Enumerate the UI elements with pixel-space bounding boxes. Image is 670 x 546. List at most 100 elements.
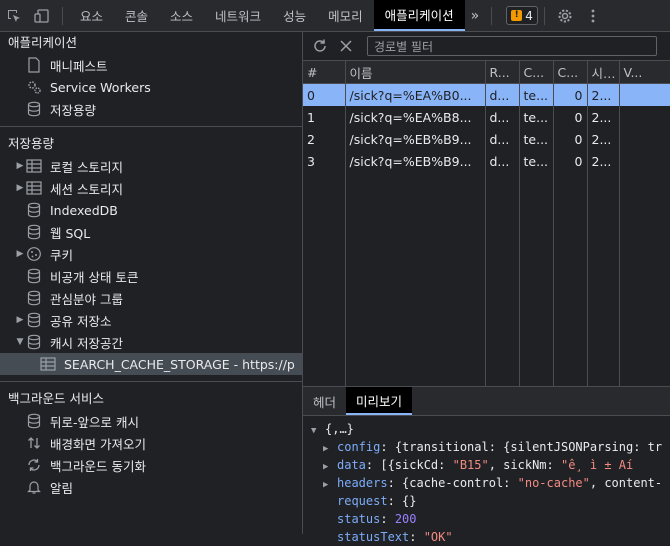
up-down-arrows-icon bbox=[26, 435, 42, 451]
sidebar-item-label: 비공개 상태 토큰 bbox=[50, 269, 139, 285]
sidebar-item-label: IndexedDB bbox=[50, 202, 118, 218]
table-row[interactable]: 1 /sick?q=%EA%B8... d... te... 0 2... bbox=[303, 106, 670, 128]
tab-headers[interactable]: 헤더 bbox=[303, 387, 346, 415]
preview-request: request: {} bbox=[337, 494, 417, 508]
sidebar-item-label: 웹 SQL bbox=[50, 225, 91, 241]
sidebar-item-web-sql[interactable]: 웹 SQL bbox=[0, 221, 302, 243]
sidebar-item-label: 세션 스토리지 bbox=[50, 181, 123, 197]
issues-icon: ! bbox=[511, 10, 523, 21]
sidebar-item-cache-storage[interactable]: ▼ 캐시 저장공간 bbox=[0, 331, 302, 353]
path-filter-input[interactable]: 경로별 필터 bbox=[367, 36, 657, 56]
column-header-time-cached[interactable]: 시... bbox=[587, 61, 620, 84]
more-tabs-button[interactable]: » bbox=[465, 8, 486, 24]
expand-arrow-icon[interactable]: ▶ bbox=[323, 458, 337, 474]
detail-tabbar: 헤더 미리보기 bbox=[303, 387, 670, 416]
table-cell: 0 bbox=[553, 83, 588, 106]
tab-application[interactable]: 애플리케이션 bbox=[373, 0, 465, 31]
table-cell: 2... bbox=[587, 128, 620, 150]
table-cell: 2... bbox=[587, 150, 620, 172]
preview-root[interactable]: ▼ {,…} bbox=[311, 420, 670, 438]
expand-arrow-icon[interactable]: ▶ bbox=[323, 476, 337, 492]
tabbar-divider bbox=[62, 6, 63, 25]
table-cell: d... bbox=[485, 128, 520, 150]
column-header-index[interactable]: # bbox=[303, 61, 346, 84]
table-cell: te... bbox=[519, 128, 554, 150]
table-cell: d... bbox=[485, 83, 520, 106]
tab-memory[interactable]: 메모리 bbox=[317, 0, 374, 31]
sidebar-section-storage: 저장용량 bbox=[8, 136, 55, 151]
refresh-icon[interactable] bbox=[307, 38, 333, 54]
sidebar-divider bbox=[0, 126, 302, 127]
sidebar-item-service-workers[interactable]: Service Workers bbox=[0, 76, 302, 98]
sidebar-item-label: 매니페스트 bbox=[50, 58, 108, 74]
sidebar-item-bfcache[interactable]: 뒤로-앞으로 캐시 bbox=[0, 410, 302, 432]
application-sidebar: 애플리케이션 매니페스트 Service Workers 저장용량 저장용량 ▶… bbox=[0, 32, 303, 534]
sidebar-item-manifest[interactable]: 매니페스트 bbox=[0, 54, 302, 76]
table-cell: 0 bbox=[553, 128, 588, 150]
table-cell: d... bbox=[485, 106, 520, 128]
expand-arrow-icon[interactable]: ▶ bbox=[14, 161, 26, 171]
tab-console[interactable]: 콘솔 bbox=[114, 0, 159, 31]
preview-headers[interactable]: ▶ headers: {cache-control: "no-cache", co… bbox=[311, 474, 670, 492]
sidebar-item-label: 배경화면 가져오기 bbox=[50, 436, 146, 452]
column-header-content-type[interactable]: C... bbox=[519, 61, 554, 84]
table-cell bbox=[619, 106, 670, 128]
table-cell: 0 bbox=[303, 83, 346, 106]
tab-preview[interactable]: 미리보기 bbox=[346, 387, 413, 415]
sidebar-item-label: 캐시 저장공간 bbox=[50, 335, 123, 351]
table-cell: 2... bbox=[587, 83, 620, 106]
sidebar-item-interest-groups[interactable]: 관심분야 그룹 bbox=[0, 287, 302, 309]
sidebar-item-label: SEARCH_CACHE_STORAGE - https://p bbox=[64, 356, 295, 372]
bell-icon bbox=[26, 479, 42, 495]
table-row[interactable]: 0 /sick?q=%EA%B0... d... te... 0 2... bbox=[303, 83, 670, 106]
column-header-name[interactable]: 이름 bbox=[345, 61, 486, 84]
table-cell: 3 bbox=[303, 150, 346, 172]
tab-sources[interactable]: 소스 bbox=[159, 0, 204, 31]
table-cell: 2... bbox=[587, 106, 620, 128]
sidebar-item-indexeddb[interactable]: IndexedDB bbox=[0, 199, 302, 221]
expand-arrow-icon[interactable]: ▶ bbox=[14, 315, 26, 325]
sidebar-section-application: 애플리케이션 bbox=[8, 35, 78, 50]
expand-arrow-icon[interactable]: ▶ bbox=[14, 183, 26, 193]
preview-config[interactable]: ▶ config: {transitional: {silentJSONParsi… bbox=[311, 438, 670, 456]
sidebar-item-cookies[interactable]: ▶ 쿠키 bbox=[0, 243, 302, 265]
table-icon bbox=[40, 356, 56, 372]
database-icon bbox=[26, 101, 42, 117]
tab-elements[interactable]: 요소 bbox=[69, 0, 114, 31]
table-cell: d... bbox=[485, 150, 520, 172]
sidebar-item-storage[interactable]: 저장용량 bbox=[0, 98, 302, 120]
column-header-vary[interactable]: V... bbox=[619, 61, 670, 84]
gear-icon[interactable] bbox=[551, 0, 579, 31]
sidebar-item-local-storage[interactable]: ▶ 로컬 스토리지 bbox=[0, 155, 302, 177]
sidebar-item-shared-storage[interactable]: ▶ 공유 저장소 bbox=[0, 309, 302, 331]
preview-data[interactable]: ▶ data: [{sickCd: "B15", sickNm: "ê¸ ì ± … bbox=[311, 456, 670, 474]
database-icon bbox=[26, 224, 42, 240]
tab-performance[interactable]: 성능 bbox=[272, 0, 317, 31]
database-icon bbox=[26, 413, 42, 429]
table-row[interactable]: 3 /sick?q=%EB%B9... d... te... 0 2... bbox=[303, 150, 670, 172]
column-header-response-type[interactable]: R... bbox=[485, 61, 520, 84]
collapse-arrow-icon[interactable]: ▼ bbox=[311, 422, 325, 438]
sidebar-item-notifications[interactable]: 알림 bbox=[0, 476, 302, 498]
table-row[interactable]: 2 /sick?q=%EB%B9... d... te... 0 2... bbox=[303, 128, 670, 150]
collapse-arrow-icon[interactable]: ▼ bbox=[14, 337, 26, 347]
response-preview: ▼ {,…} ▶ config: {transitional: {silentJSO… bbox=[303, 416, 670, 546]
sidebar-item-private-state-tokens[interactable]: 비공개 상태 토큰 bbox=[0, 265, 302, 287]
sidebar-item-label: 로컬 스토리지 bbox=[50, 159, 123, 175]
sidebar-item-search-cache-storage[interactable]: SEARCH_CACHE_STORAGE - https://p bbox=[0, 353, 302, 375]
table-cell: /sick?q=%EB%B9... bbox=[345, 150, 486, 172]
column-header-content-length[interactable]: C... bbox=[553, 61, 588, 84]
tab-network[interactable]: 네트워크 bbox=[204, 0, 272, 31]
inspect-element-icon[interactable] bbox=[0, 0, 28, 31]
device-toggle-icon[interactable] bbox=[28, 0, 56, 31]
table-icon bbox=[26, 158, 42, 174]
sidebar-item-background-fetch[interactable]: 배경화면 가져오기 bbox=[0, 432, 302, 454]
sidebar-item-background-sync[interactable]: 백그라운드 동기화 bbox=[0, 454, 302, 476]
clear-icon[interactable] bbox=[333, 39, 359, 53]
table-cell: 0 bbox=[553, 106, 588, 128]
expand-arrow-icon[interactable]: ▶ bbox=[323, 440, 337, 456]
kebab-menu-icon[interactable] bbox=[579, 0, 607, 31]
issues-badge[interactable]: ! 4 bbox=[506, 6, 538, 25]
sidebar-item-session-storage[interactable]: ▶ 세션 스토리지 bbox=[0, 177, 302, 199]
expand-arrow-icon[interactable]: ▶ bbox=[14, 249, 26, 259]
